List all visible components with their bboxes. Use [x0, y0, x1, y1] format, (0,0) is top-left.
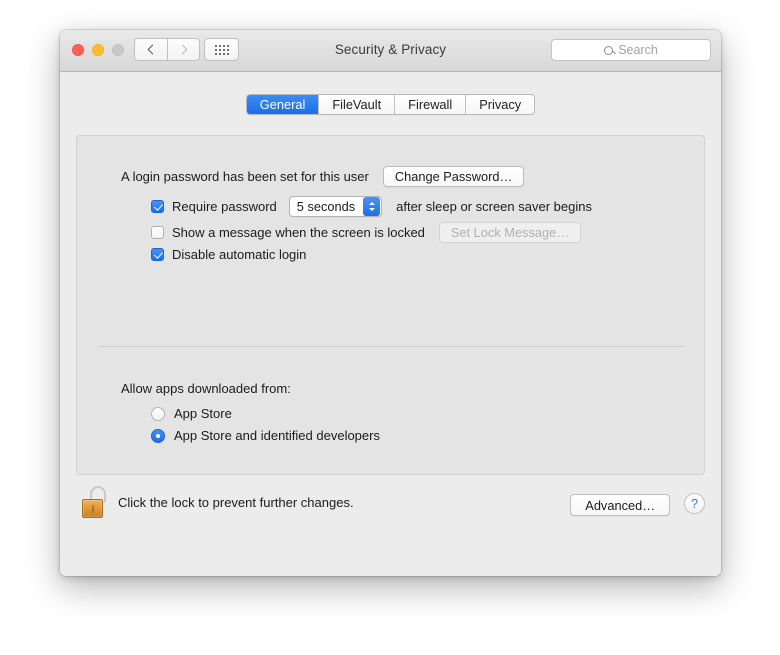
identified-developers-label: App Store and identified developers [174, 428, 380, 443]
tab-general[interactable]: General [247, 95, 320, 114]
window-footer: Click the lock to prevent further change… [60, 476, 721, 576]
section-divider [99, 346, 684, 347]
allow-apps-option-identified-developers[interactable]: App Store and identified developers [151, 428, 380, 443]
security-privacy-window: Security & Privacy Search General FileVa… [60, 30, 721, 576]
general-settings-panel: A login password has been set for this u… [76, 135, 705, 475]
window-titlebar: Security & Privacy Search [60, 30, 721, 72]
lock-hint-text: Click the lock to prevent further change… [118, 495, 354, 510]
require-password-label: Require password [172, 199, 277, 214]
allow-apps-heading-row: Allow apps downloaded from: [121, 381, 291, 396]
require-password-delay-select[interactable]: 5 seconds [289, 196, 382, 217]
tab-privacy[interactable]: Privacy [466, 95, 534, 114]
require-password-checkbox[interactable] [151, 200, 164, 213]
help-button[interactable]: ? [684, 493, 705, 514]
allow-apps-heading: Allow apps downloaded from: [121, 381, 291, 396]
require-password-delay-value: 5 seconds [290, 199, 363, 214]
disable-automatic-login-checkbox[interactable] [151, 248, 164, 261]
search-icon [604, 46, 613, 55]
app-store-radio[interactable] [151, 407, 165, 421]
allow-apps-option-app-store[interactable]: App Store [151, 406, 232, 421]
show-lock-message-checkbox[interactable] [151, 226, 164, 239]
login-password-status: A login password has been set for this u… [121, 169, 369, 184]
show-lock-message-label: Show a message when the screen is locked [172, 225, 425, 240]
app-store-label: App Store [174, 406, 232, 421]
lock-open-icon[interactable] [82, 486, 108, 518]
set-lock-message-button[interactable]: Set Lock Message… [439, 222, 581, 243]
window-body: General FileVault Firewall Privacy A log… [60, 72, 721, 576]
login-password-row: A login password has been set for this u… [121, 166, 524, 187]
change-password-button[interactable]: Change Password… [383, 166, 524, 187]
disable-automatic-login-label: Disable automatic login [172, 247, 306, 262]
advanced-button[interactable]: Advanced… [570, 494, 670, 516]
search-field[interactable]: Search [551, 39, 711, 61]
tab-bar: General FileVault Firewall Privacy [60, 94, 721, 115]
tab-filevault[interactable]: FileVault [319, 95, 395, 114]
stepper-arrows-icon [363, 197, 380, 216]
tab-firewall[interactable]: Firewall [395, 95, 466, 114]
search-placeholder: Search [618, 43, 658, 57]
require-password-row: Require password 5 seconds after sleep o… [151, 196, 592, 217]
show-lock-message-row: Show a message when the screen is locked… [151, 222, 581, 243]
disable-automatic-login-row: Disable automatic login [151, 247, 306, 262]
require-password-suffix: after sleep or screen saver begins [396, 199, 592, 214]
identified-developers-radio[interactable] [151, 429, 165, 443]
